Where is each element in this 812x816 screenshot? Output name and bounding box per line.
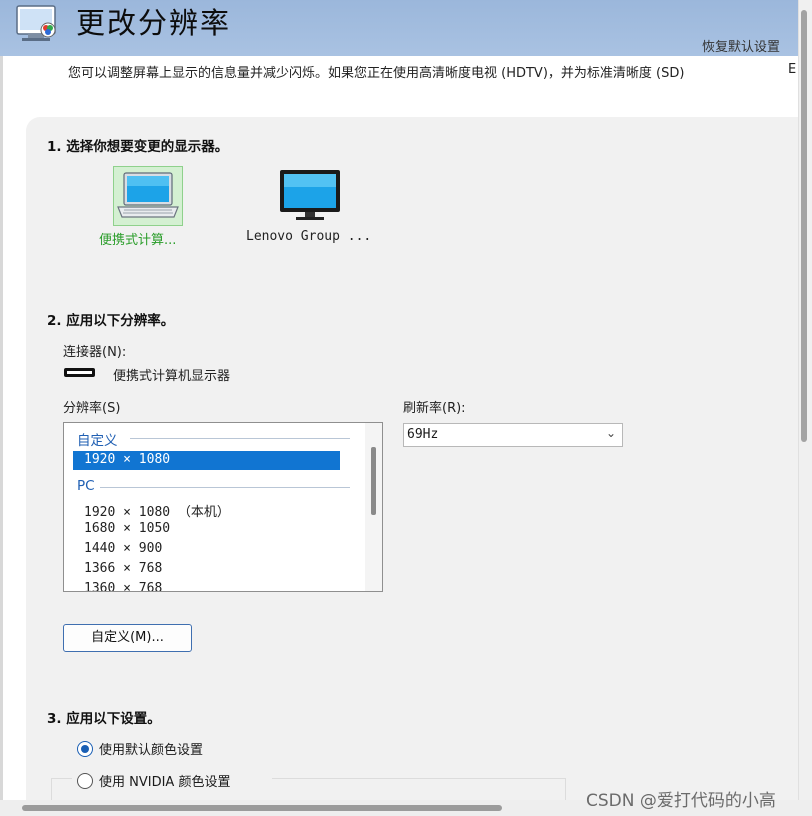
resolution-option[interactable]: 1366 × 768 — [84, 561, 162, 576]
display-item-lenovo[interactable] — [276, 166, 344, 224]
group-header-custom: 自定义 — [77, 433, 118, 449]
radio-default-color[interactable]: 使用默认颜色设置 — [77, 739, 203, 758]
section2-title: 2. 应用以下分辨率。 — [47, 313, 175, 329]
resolution-option[interactable]: 1440 × 900 — [84, 541, 162, 556]
description-overflow: E — [788, 62, 797, 77]
display-label-laptop[interactable]: 便携式计算... — [99, 229, 176, 248]
refresh-rate-select[interactable]: 69Hz ⌄ — [403, 423, 623, 447]
connector-icon — [64, 368, 95, 377]
listbox-scrollbar-thumb[interactable] — [371, 447, 376, 515]
section1-title: 1. 选择你想要变更的显示器。 — [47, 139, 229, 155]
radio-nvidia-color-label: 使用 NVIDIA 颜色设置 — [99, 775, 231, 790]
description-text: 您可以调整屏幕上显示的信息量并减少闪烁。如果您正在使用高清晰度电视 (HDTV)… — [68, 66, 685, 81]
custom-resolution-button[interactable]: 自定义(M)... — [63, 624, 192, 652]
laptop-icon — [117, 172, 179, 218]
list-clip: 1360 × 768 — [64, 581, 364, 591]
group-divider — [130, 438, 350, 439]
monitor-icon — [280, 170, 340, 220]
group-header-pc: PC — [77, 478, 95, 494]
left-border — [0, 56, 3, 800]
radio-nvidia-color[interactable]: 使用 NVIDIA 颜色设置 — [77, 771, 230, 790]
display-settings-icon — [16, 5, 56, 41]
horizontal-scrollbar-thumb[interactable] — [22, 805, 502, 811]
resolution-listbox[interactable]: 自定义 1920 × 1080 PC 1920 × 1080 （本机） 1680… — [63, 422, 383, 592]
connector-value: 便携式计算机显示器 — [113, 369, 231, 384]
resolution-option[interactable]: 1360 × 768 — [84, 581, 162, 591]
watermark: CSDN @爱打代码的小高 — [586, 791, 776, 811]
refresh-rate-value: 69Hz — [407, 427, 439, 442]
radio-checked-icon[interactable] — [77, 741, 93, 757]
radio-default-color-label: 使用默认颜色设置 — [99, 743, 204, 758]
resolution-option[interactable]: 1680 × 1050 — [84, 521, 170, 536]
page-header: 更改分辨率 恢复默认设置 — [0, 0, 798, 56]
display-item-laptop[interactable] — [113, 166, 183, 226]
vertical-scrollbar-thumb[interactable] — [801, 10, 807, 442]
resolution-option[interactable]: 1920 × 1080 （本机） — [84, 501, 230, 520]
resolution-label: 分辨率(S) — [63, 401, 121, 416]
restore-defaults-link[interactable]: 恢复默认设置 — [702, 36, 780, 55]
section3-title: 3. 应用以下设置。 — [47, 711, 161, 727]
page-title: 更改分辨率 — [76, 6, 232, 40]
radio-unchecked-icon[interactable] — [77, 773, 93, 789]
connector-label: 连接器(N): — [63, 345, 127, 360]
display-label-lenovo[interactable]: Lenovo Group ... — [246, 229, 371, 244]
refresh-rate-label: 刷新率(R): — [403, 401, 466, 416]
chevron-down-icon: ⌄ — [605, 426, 616, 440]
resolution-option-selected[interactable]: 1920 × 1080 — [73, 451, 340, 470]
group-divider — [100, 487, 350, 488]
